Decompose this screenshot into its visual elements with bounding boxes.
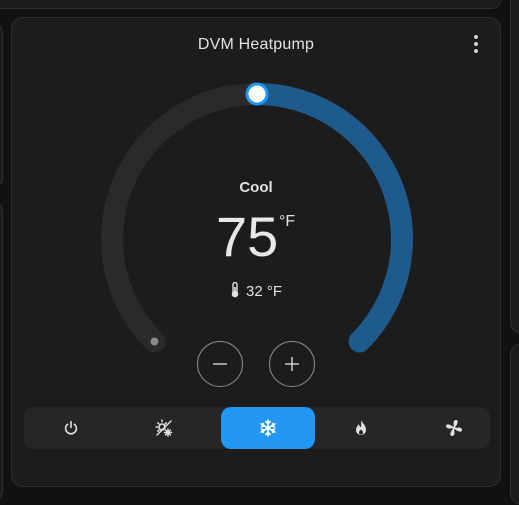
plus-icon	[285, 357, 299, 371]
thermometer-icon	[231, 281, 239, 298]
mode-fan-only-button[interactable]	[407, 407, 500, 449]
mode-off-button[interactable]	[24, 407, 117, 449]
increase-temperature-button[interactable]	[269, 341, 315, 387]
current-temperature-value: 32 °F	[245, 283, 282, 300]
hvac-mode-label: Cool	[239, 179, 273, 196]
mode-cool-button[interactable]	[221, 407, 315, 449]
target-temperature: 75	[216, 205, 279, 268]
adjacent-card-left-bottom	[0, 200, 3, 502]
adjacent-card-left-top	[0, 22, 3, 189]
snowflake-icon	[260, 419, 276, 437]
dial-min-marker	[150, 337, 159, 346]
adjacent-card-top	[0, 0, 502, 9]
current-temperature: 32 °F	[12, 281, 500, 300]
adjacent-card-right-top	[510, 0, 519, 334]
fan-icon	[445, 420, 462, 436]
mode-heat-cool-button[interactable]	[117, 407, 210, 449]
fire-icon	[355, 420, 366, 435]
decrease-temperature-button[interactable]	[197, 341, 243, 387]
power-icon	[64, 420, 77, 435]
mode-heat-button[interactable]	[314, 407, 407, 449]
target-temperature-handle[interactable]	[245, 82, 269, 106]
hvac-mode-bar	[24, 407, 490, 449]
sun-snowflake-icon	[154, 419, 172, 437]
adjacent-card-right-bottom	[510, 343, 519, 505]
thermostat-card: DVM Heatpump Cool 75 °F 32 °F	[11, 17, 501, 487]
minus-icon	[213, 363, 227, 365]
temperature-unit: °F	[279, 213, 296, 230]
